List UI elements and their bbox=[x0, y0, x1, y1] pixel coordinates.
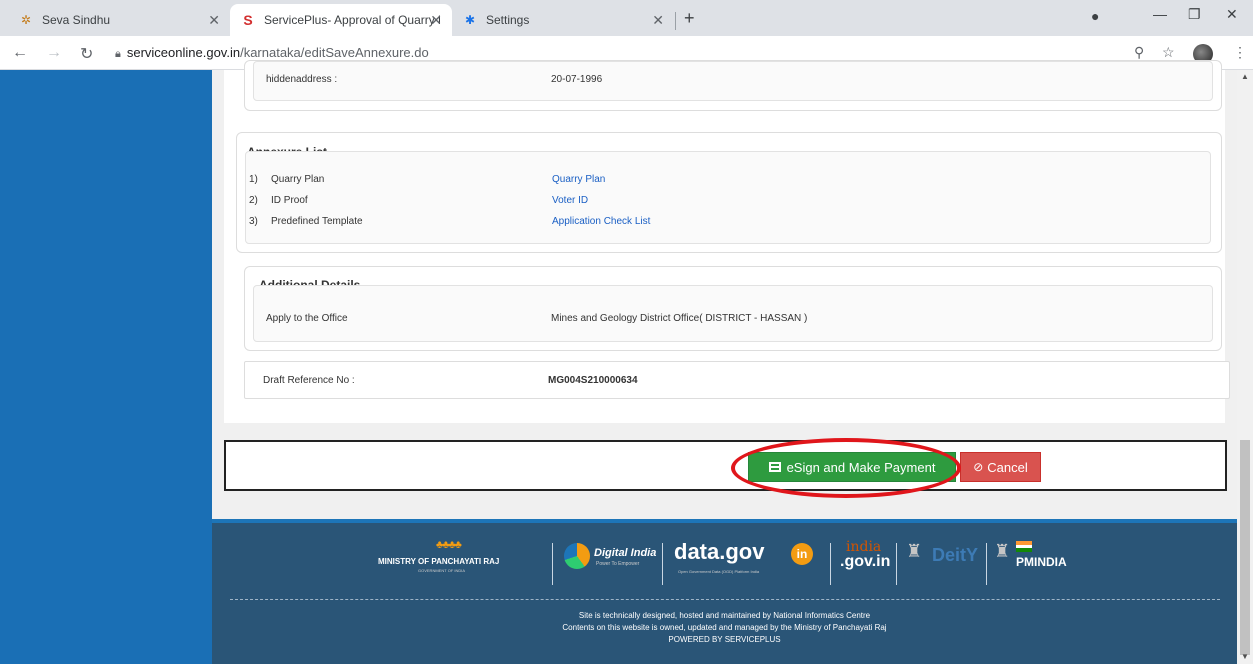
gear-icon: ✱ bbox=[464, 13, 476, 27]
india-gov-bottom: .gov.in bbox=[840, 553, 891, 570]
digital-india-text: Digital India bbox=[594, 547, 657, 559]
menu-icon[interactable]: ⋮ bbox=[1233, 44, 1247, 61]
draft-reference-label: Draft Reference No : bbox=[263, 375, 355, 386]
digital-india-icon bbox=[564, 543, 590, 569]
hidden-address-value: 20-07-1996 bbox=[551, 74, 603, 85]
lock-icon: 🔒︎ bbox=[115, 48, 121, 60]
hidden-address-label: hiddenaddress : bbox=[266, 74, 338, 85]
india-gov-logo[interactable]: india .gov.in bbox=[840, 539, 891, 583]
ban-icon: ⊘ bbox=[973, 460, 984, 474]
footer-logos: ♣♣♣♣ MINISTRY OF PANCHAYATI RAJ GOVERNME… bbox=[212, 531, 1237, 601]
page-viewport: hiddenaddress : 20-07-1996 Annexure List… bbox=[0, 60, 1253, 664]
panchayati-title: MINISTRY OF PANCHAYATI RAJ bbox=[378, 557, 500, 566]
draft-reference-section: Draft Reference No : MG004S210000634 bbox=[244, 361, 1230, 399]
office-label: Apply to the Office bbox=[266, 313, 348, 324]
data-gov-text: data.gov bbox=[674, 539, 765, 564]
new-tab-icon[interactable]: + bbox=[684, 8, 695, 29]
vertical-scrollbar[interactable]: ▲ ▼ bbox=[1237, 70, 1253, 664]
url-domain: serviceonline.gov.in bbox=[126, 45, 241, 60]
tab-label: ServicePlus- Approval of Quarry l bbox=[264, 13, 441, 27]
extension-icon[interactable]: ● bbox=[1091, 8, 1099, 24]
window-close-icon[interactable]: ✕ bbox=[1226, 6, 1238, 23]
logo-divider bbox=[896, 543, 897, 585]
footer: ♣♣♣♣ MINISTRY OF PANCHAYATI RAJ GOVERNME… bbox=[212, 519, 1237, 664]
scroll-up-arrow-icon[interactable]: ▲ bbox=[1241, 72, 1249, 81]
deity-logo[interactable]: ♜ DeitY bbox=[906, 541, 986, 581]
india-flag-icon bbox=[1016, 541, 1032, 552]
back-arrow-icon[interactable]: ← bbox=[12, 44, 28, 62]
panchayati-emblem-icon: ♣♣♣♣ bbox=[436, 539, 462, 551]
deity-text: DeitY bbox=[932, 545, 979, 565]
digital-india-logo[interactable]: Digital India Power To Empower bbox=[564, 543, 664, 583]
footer-line-3: POWERED BY SERVICEPLUS bbox=[668, 635, 781, 644]
data-gov-subtitle: Open Government Data (OGD) Platform Indi… bbox=[678, 569, 760, 574]
minimize-icon[interactable]: — bbox=[1153, 6, 1167, 22]
close-icon[interactable]: ✕ bbox=[208, 12, 220, 29]
annexure-inner: 1) Quarry Plan Quarry Plan 2) ID Proof V… bbox=[245, 151, 1211, 244]
panchayati-raj-logo[interactable]: ♣♣♣♣ MINISTRY OF PANCHAYATI RAJ GOVERNME… bbox=[378, 539, 544, 583]
scrollbar-thumb[interactable] bbox=[1240, 440, 1250, 655]
forward-arrow-icon[interactable]: → bbox=[46, 44, 62, 62]
zoom-icon[interactable]: ⚲ bbox=[1134, 44, 1144, 61]
pmindia-logo[interactable]: ♜ PMINDIA bbox=[994, 541, 1074, 581]
star-icon[interactable]: ☆ bbox=[1162, 44, 1175, 61]
browser-tab-bar: ✲ Seva Sindhu ✕ S ServicePlus- Approval … bbox=[0, 0, 1253, 36]
footer-line-1: Site is technically designed, hosted and… bbox=[578, 611, 871, 620]
tab-label: Settings bbox=[486, 13, 530, 27]
esign-button-label: eSign and Make Payment bbox=[786, 459, 936, 475]
tab-settings[interactable]: ✱ Settings ✕ bbox=[452, 4, 674, 36]
national-emblem-icon: ♜ bbox=[994, 541, 1011, 561]
draft-reference-value: MG004S210000634 bbox=[548, 375, 638, 386]
annexure-section: Annexure List 1) Quarry Plan Quarry Plan… bbox=[236, 132, 1222, 253]
footer-line-2: Contents on this website is owned, updat… bbox=[562, 623, 887, 632]
main-content: hiddenaddress : 20-07-1996 Annexure List… bbox=[212, 60, 1237, 664]
url-field[interactable]: 🔒︎ serviceonline.gov.in/karnataka/editSav… bbox=[115, 45, 429, 61]
tab-separator bbox=[675, 12, 676, 30]
additional-inner: Apply to the Office Mines and Geology Di… bbox=[253, 285, 1213, 342]
logo-divider bbox=[986, 543, 987, 585]
address-section: hiddenaddress : 20-07-1996 bbox=[244, 60, 1222, 111]
serviceplus-favicon: S bbox=[243, 12, 253, 28]
additional-details-section: Additional Details Apply to the Office M… bbox=[244, 266, 1222, 351]
national-emblem-icon: ♜ bbox=[906, 541, 923, 561]
reload-icon[interactable]: ↻ bbox=[80, 44, 93, 64]
voter-id-link[interactable]: Voter ID bbox=[552, 195, 588, 206]
credit-card-icon bbox=[768, 462, 781, 472]
action-bar: eSign and Make Payment ⊘ Cancel bbox=[224, 438, 1227, 498]
annexure-label: Quarry Plan bbox=[271, 174, 325, 185]
data-gov-logo[interactable]: data.gov in Open Government Data (OGD) P… bbox=[674, 539, 824, 583]
data-gov-badge: in bbox=[791, 543, 813, 565]
cancel-button[interactable]: ⊘ Cancel bbox=[960, 452, 1041, 482]
tab-label: Seva Sindhu bbox=[42, 13, 111, 27]
footer-divider bbox=[230, 599, 1220, 600]
logo-divider bbox=[662, 543, 663, 585]
annexure-num: 2) bbox=[249, 195, 258, 206]
digital-india-subtitle: Power To Empower bbox=[596, 561, 640, 567]
tab-serviceplus[interactable]: S ServicePlus- Approval of Quarry l ✕ bbox=[230, 4, 452, 36]
logo-divider bbox=[830, 543, 831, 585]
cancel-button-label: Cancel bbox=[987, 459, 1028, 475]
tab-seva-sindhu[interactable]: ✲ Seva Sindhu ✕ bbox=[8, 4, 230, 36]
quarry-plan-link[interactable]: Quarry Plan bbox=[552, 174, 605, 185]
close-icon[interactable]: ✕ bbox=[430, 12, 442, 29]
office-value: Mines and Geology District Office( DISTR… bbox=[551, 313, 808, 324]
address-inner: hiddenaddress : 20-07-1996 bbox=[253, 61, 1213, 101]
scroll-down-arrow-icon[interactable]: ▼ bbox=[1241, 652, 1249, 661]
restore-icon[interactable]: ❐ bbox=[1188, 6, 1201, 23]
logo-divider bbox=[552, 543, 553, 585]
panchayati-subtitle: GOVERNMENT OF INDIA bbox=[418, 568, 466, 573]
seva-sindhu-favicon: ✲ bbox=[20, 13, 32, 27]
annexure-num: 3) bbox=[249, 216, 258, 227]
close-icon[interactable]: ✕ bbox=[652, 12, 664, 29]
url-path: /karnataka/editSaveAnnexure.do bbox=[240, 45, 429, 60]
left-sidebar bbox=[0, 70, 212, 664]
annexure-num: 1) bbox=[249, 174, 258, 185]
annexure-label: Predefined Template bbox=[271, 216, 363, 227]
form-panel: hiddenaddress : 20-07-1996 Annexure List… bbox=[224, 60, 1230, 423]
application-check-list-link[interactable]: Application Check List bbox=[552, 216, 650, 227]
esign-and-make-payment-button[interactable]: eSign and Make Payment bbox=[748, 452, 956, 482]
annexure-label: ID Proof bbox=[271, 195, 308, 206]
pmindia-text: PMINDIA bbox=[1016, 555, 1067, 569]
